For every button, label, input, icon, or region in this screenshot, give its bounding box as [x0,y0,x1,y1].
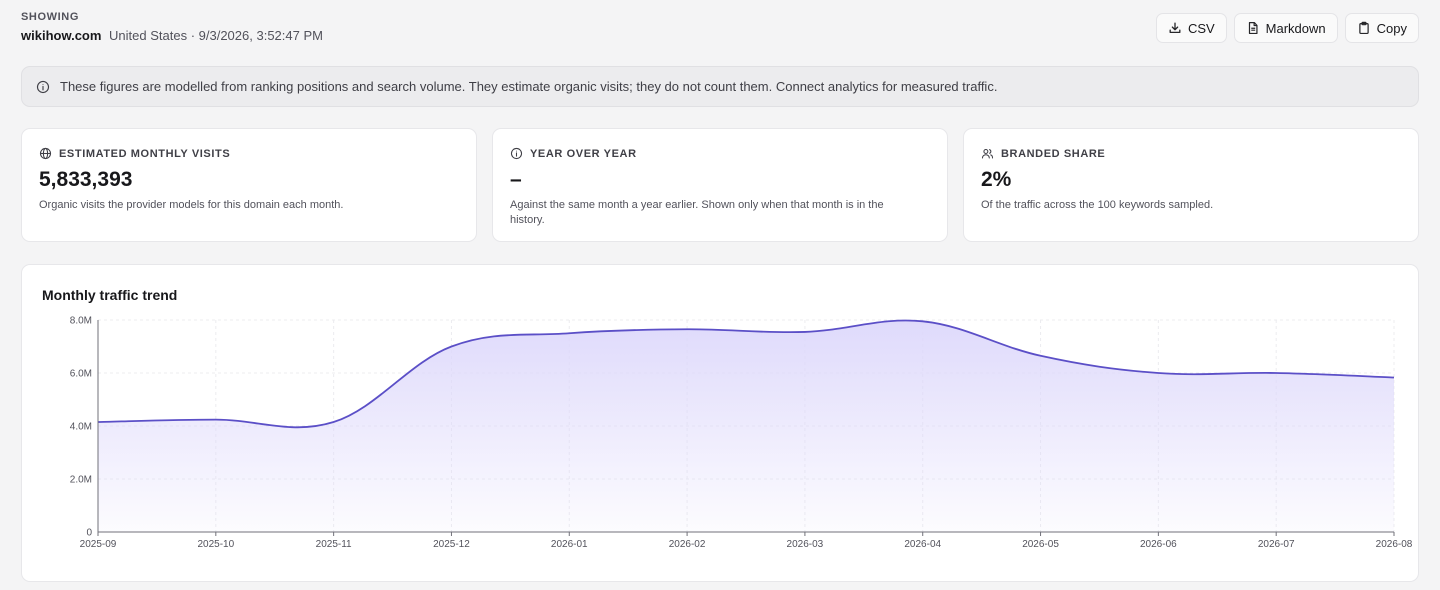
x-tick-label: 2026-01 [551,539,588,550]
info-icon [36,80,50,93]
x-tick-label: 2026-07 [1258,539,1295,550]
card-description: Of the traffic across the 100 keywords s… [981,199,1214,211]
x-tick-label: 2026-06 [1140,539,1177,550]
y-tick-label: 4.0M [70,422,92,433]
x-tick-label: 2025-10 [197,539,234,550]
card-value: 2% [981,168,1012,191]
download-icon [1169,22,1181,34]
markdown-button-label: Markdown [1265,20,1326,36]
notice-text: These figures are modelled from ranking … [60,79,998,94]
clipboard-icon [1358,21,1369,35]
y-tick-label: 6.0M [70,369,92,380]
y-tick-label: 2.0M [70,475,92,486]
card-description: Against the same month a year earlier. S… [510,199,884,226]
report-header: SHOWING wikihow.com United States · 9/3/… [21,11,1419,51]
markdown-button[interactable]: Markdown [1233,13,1338,43]
csv-button-label: CSV [1187,20,1215,36]
export-actions: CSV Markdown Copy [1155,13,1419,43]
card-label: BRANDED SHARE [1001,147,1106,160]
card-value: 5,833,393 [39,168,133,191]
copy-button-label: Copy [1376,20,1407,36]
traffic-trend-card: Monthly traffic trend 0 2.0M 4.0M 6.0M 8.0M 2… [21,264,1419,582]
y-tick-label: 8.0M [70,316,92,327]
info-icon [510,147,523,160]
card-description: Organic visits the provider models for t… [39,199,344,211]
copy-button[interactable]: Copy [1344,13,1419,43]
csv-button[interactable]: CSV [1155,13,1227,43]
report-context: United States · 9/3/2026, 3:52:47 PM [109,28,323,43]
card-year-over-year: YEAR OVER YEAR – Against the same month … [492,128,948,242]
card-label: ESTIMATED MONTHLY VISITS [59,147,231,160]
y-tick-label: 0 [86,528,92,539]
users-icon [981,148,994,159]
card-value: – [510,168,522,191]
x-tick-label: 2026-05 [1022,539,1059,550]
estimate-notice: These figures are modelled from ranking … [21,66,1419,107]
globe-icon [39,147,52,160]
card-label: YEAR OVER YEAR [530,147,637,160]
document-icon [1248,21,1258,35]
x-tick-label: 2026-04 [904,539,941,550]
x-tick-label: 2025-09 [80,539,117,550]
x-tick-label: 2026-03 [787,539,824,550]
x-tick-label: 2025-11 [316,539,352,550]
x-tick-label: 2025-12 [433,539,470,550]
x-tick-label: 2026-02 [669,539,706,550]
domain-name: wikihow.com [21,28,102,43]
card-branded-share: BRANDED SHARE 2% Of the traffic across t… [963,128,1419,242]
traffic-trend-chart: 0 2.0M 4.0M 6.0M 8.0M 2025-09 2025-10 2025-11 20… [70,316,1413,551]
x-tick-label: 2026-08 [1376,539,1413,550]
card-estimated-monthly-visits: ESTIMATED MONTHLY VISITS 5,833,393 Organ… [21,128,477,242]
